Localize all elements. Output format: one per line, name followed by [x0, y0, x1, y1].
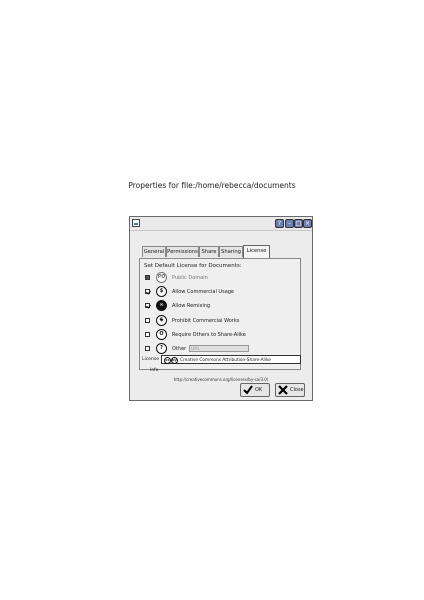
ok-button[interactable]: OK — [240, 383, 270, 397]
share-alike-checkbox[interactable] — [145, 332, 150, 337]
app-icon — [132, 219, 140, 227]
tab-general[interactable]: General — [142, 246, 166, 257]
help-button[interactable]: ? — [275, 219, 284, 228]
public-domain-checkbox[interactable] — [145, 275, 150, 280]
cc-icon: cc — [164, 356, 171, 364]
license-label: License — [142, 357, 159, 362]
other-url-input[interactable]: URL — [189, 345, 249, 352]
option-label: Public Domain — [172, 275, 208, 281]
remix-icon: ∞ — [156, 300, 167, 311]
dollar-icon: $ — [156, 286, 167, 297]
tab-share[interactable]: Share — [199, 246, 219, 257]
properties-dialog: ? – □ × General Permissions Share Sharin… — [129, 216, 313, 401]
tab-permissions[interactable]: Permissions — [166, 246, 199, 257]
prohibit-commercial-checkbox[interactable] — [145, 318, 150, 323]
license-panel: Set Default License for Documents: PD Pu… — [139, 258, 301, 370]
question-icon: ? — [156, 343, 167, 354]
info-label: Info — [150, 368, 159, 373]
tab-license[interactable]: License — [243, 245, 270, 258]
attribution-icon: by — [171, 356, 178, 364]
public-domain-icon: PD — [156, 272, 167, 283]
close-label: Close — [290, 387, 304, 393]
noncommercial-icon: $ — [156, 315, 167, 326]
other-checkbox[interactable] — [145, 346, 150, 351]
commercial-usage-checkbox[interactable] — [145, 289, 150, 294]
window-caption: Properties for file:/home/rebecca/docume… — [128, 181, 296, 190]
titlebar[interactable]: ? – □ × — [130, 217, 312, 231]
option-label: Allow Commercial Usage — [172, 289, 235, 295]
ok-label: OK — [255, 387, 263, 393]
minimize-button[interactable]: – — [285, 219, 294, 228]
share-alike-icon: O — [156, 329, 167, 340]
close-icon — [278, 385, 288, 395]
option-label: Prohibit Commercial Works — [172, 318, 240, 324]
license-field[interactable]: cc by Creative Commons Attribution-Share… — [161, 355, 301, 364]
tab-sharing[interactable]: Sharing — [219, 246, 243, 257]
close-button[interactable]: Close — [275, 383, 305, 397]
maximize-button[interactable]: □ — [294, 219, 303, 228]
check-icon — [243, 385, 253, 395]
allow-remixing-checkbox[interactable] — [145, 303, 150, 308]
license-name: Creative Commons Attribution-Share-Alike — [180, 357, 271, 363]
close-window-button[interactable]: × — [303, 219, 312, 228]
option-label: Require Others to Share-Alike — [172, 332, 246, 338]
option-label: Other — [172, 346, 187, 352]
license-url-link[interactable]: http://creativecommons.org/licenses/by-s… — [130, 377, 312, 382]
panel-heading: Set Default License for Documents: — [144, 263, 242, 269]
option-label: Allow Remixing — [172, 303, 211, 309]
